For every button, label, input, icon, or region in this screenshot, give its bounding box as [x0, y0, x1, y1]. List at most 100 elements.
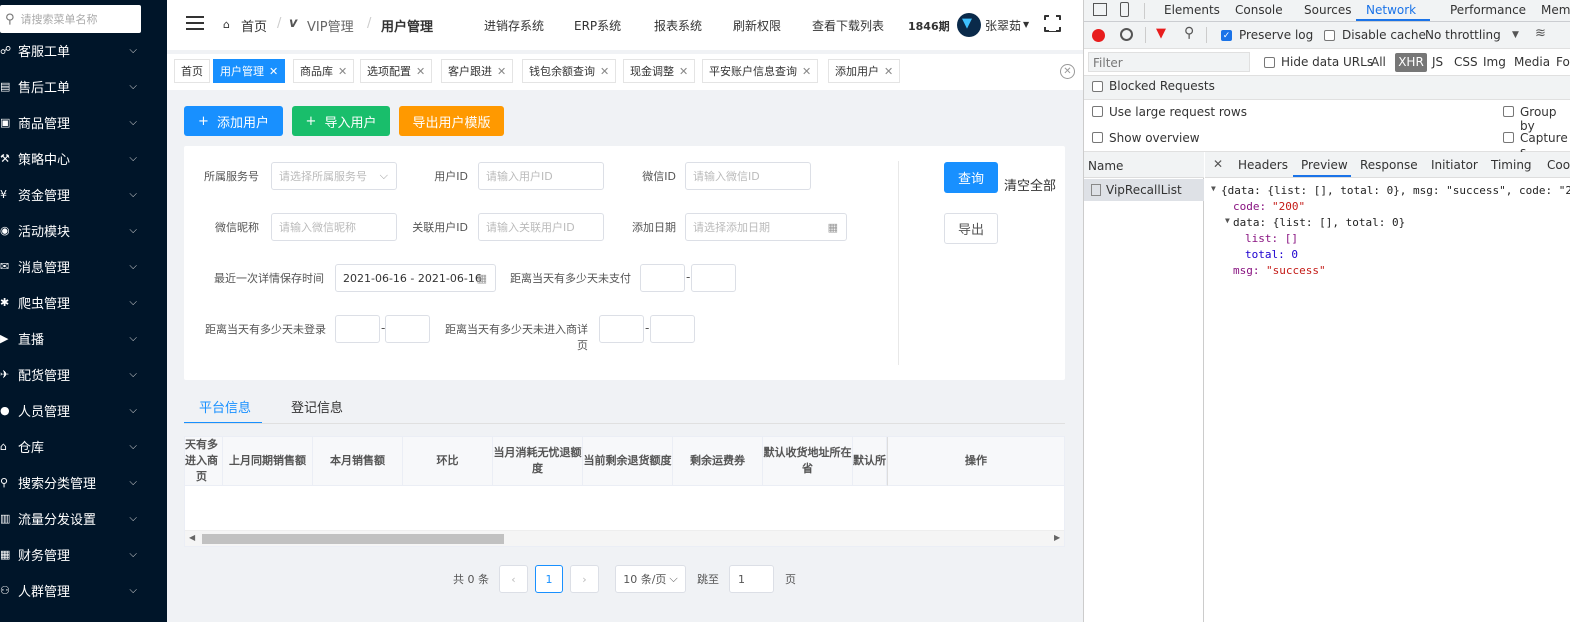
sidebar-item[interactable]: ✈ 配货管理 ⌵: [0, 356, 167, 392]
expand-triangle-icon[interactable]: ▼: [1225, 216, 1230, 225]
days-no-detail-min[interactable]: [599, 315, 644, 343]
add-user-button[interactable]: + 添加用户: [184, 106, 283, 136]
devtools-tab-sources[interactable]: Sources: [1304, 3, 1351, 17]
breadcrumb-home[interactable]: 首页: [241, 16, 267, 35]
nav-erp[interactable]: ERP系统: [574, 17, 621, 34]
close-all-tabs-icon[interactable]: ✕: [1060, 64, 1075, 79]
details-tab-response[interactable]: Response: [1360, 158, 1418, 172]
sidebar-item[interactable]: ▣ 商品管理 ⌵: [0, 104, 167, 140]
horizontal-scrollbar[interactable]: ◀ ▶: [185, 530, 1064, 546]
service-no-select[interactable]: 请选择所属服务号 ⌵: [271, 162, 397, 190]
preserve-log-checkbox[interactable]: ✓: [1221, 30, 1232, 41]
type-font[interactable]: Fo: [1556, 55, 1570, 69]
blocked-requests-checkbox[interactable]: [1092, 81, 1103, 92]
close-icon[interactable]: ✕: [679, 65, 688, 78]
sidebar-item[interactable]: ✉ 消息管理 ⌵: [0, 248, 167, 284]
avatar[interactable]: ▼: [957, 13, 981, 37]
page-1-button[interactable]: 1: [535, 565, 563, 593]
tab-0[interactable]: 首页: [174, 59, 210, 83]
goto-page-input[interactable]: 1: [729, 565, 774, 593]
tab-3[interactable]: 选项配置 ✕: [360, 59, 433, 83]
type-xhr[interactable]: XHR: [1395, 53, 1427, 72]
tab-4[interactable]: 客户跟进 ✕: [441, 59, 514, 83]
devtools-tab-console[interactable]: Console: [1235, 3, 1283, 17]
days-unpaid-max[interactable]: [691, 264, 736, 292]
next-page-button[interactable]: ›: [570, 565, 599, 593]
inspect-element-icon[interactable]: [1093, 3, 1107, 16]
tab-1[interactable]: 用户管理 ✕: [213, 59, 286, 83]
search-icon[interactable]: ⚲: [1184, 25, 1194, 41]
type-css[interactable]: CSS: [1454, 55, 1478, 69]
nav-download-list[interactable]: 查看下载列表: [812, 17, 884, 34]
sidebar-item[interactable]: ⚒ 策略中心 ⌵: [0, 140, 167, 176]
expand-triangle-icon[interactable]: ▼: [1211, 184, 1216, 193]
record-icon[interactable]: [1092, 29, 1105, 42]
large-rows-checkbox[interactable]: [1092, 106, 1103, 117]
type-all[interactable]: All: [1371, 55, 1386, 69]
user-name[interactable]: 张翠茹: [985, 17, 1021, 34]
scrollbar-thumb[interactable]: [202, 534, 504, 544]
details-tab-headers[interactable]: Headers: [1238, 158, 1288, 172]
close-icon[interactable]: ✕: [1213, 157, 1223, 171]
page-size-select[interactable]: 10 条/页 ⌵: [615, 565, 686, 593]
nav-inventory[interactable]: 进销存系统: [484, 17, 544, 34]
scroll-right-icon[interactable]: ▶: [1054, 533, 1060, 542]
devtools-tab-elements[interactable]: Elements: [1164, 3, 1220, 17]
hide-data-urls-checkbox[interactable]: [1264, 57, 1275, 68]
export-template-button[interactable]: 导出用户模版: [399, 106, 504, 136]
close-icon[interactable]: ✕: [600, 65, 609, 78]
details-tab-preview[interactable]: Preview: [1301, 158, 1348, 172]
sidebar-item[interactable]: ▦ 财务管理 ⌵: [0, 536, 167, 572]
import-user-button[interactable]: + 导入用户: [292, 106, 390, 136]
tab-2[interactable]: 商品库 ✕: [293, 59, 355, 83]
tab-platform-info[interactable]: 平台信息: [199, 397, 251, 416]
devtools-tab-memory[interactable]: Memory: [1541, 3, 1570, 17]
close-icon[interactable]: ✕: [269, 65, 278, 78]
sidebar-item[interactable]: ⌂ 仓库 ⌵: [0, 428, 167, 464]
group-by-checkbox[interactable]: [1503, 106, 1514, 117]
devtools-tab-network[interactable]: Network: [1366, 3, 1416, 17]
close-icon[interactable]: ✕: [884, 65, 893, 78]
sidebar-item[interactable]: ☍ 客服工单 ⌵: [0, 32, 167, 68]
close-icon[interactable]: ✕: [416, 65, 425, 78]
breadcrumb-vip[interactable]: VIP管理: [307, 16, 354, 35]
fullscreen-icon[interactable]: [1043, 14, 1062, 32]
details-tab-timing[interactable]: Timing: [1491, 158, 1532, 172]
sidebar-item[interactable]: ▥ 流量分发设置 ⌵: [0, 500, 167, 536]
type-img[interactable]: Img: [1483, 55, 1506, 69]
tab-8[interactable]: 添加用户 ✕: [828, 59, 901, 83]
days-no-login-max[interactable]: [385, 315, 430, 343]
close-icon[interactable]: ✕: [338, 65, 347, 78]
prev-page-button[interactable]: ‹: [499, 565, 528, 593]
sidebar-item[interactable]: ▤ 售后工单 ⌵: [0, 68, 167, 104]
devtools-tab-performance[interactable]: Performance: [1450, 3, 1526, 17]
type-js[interactable]: JS: [1432, 55, 1443, 69]
tab-registration-info[interactable]: 登记信息: [291, 397, 343, 416]
name-column-header[interactable]: Name: [1088, 159, 1123, 173]
nav-refresh-permissions[interactable]: 刷新权限: [733, 17, 781, 34]
disable-cache-checkbox[interactable]: [1324, 30, 1335, 41]
last-save-date-range[interactable]: 2021-06-16 - 2021-06-16 ▦: [335, 264, 496, 292]
device-toolbar-icon[interactable]: [1120, 2, 1129, 17]
user-id-input[interactable]: 请输入用户ID: [478, 162, 604, 190]
network-conditions-icon[interactable]: ≋: [1535, 26, 1546, 41]
export-button[interactable]: 导出: [944, 213, 998, 244]
days-unpaid-min[interactable]: [640, 264, 685, 292]
show-overview-checkbox[interactable]: [1092, 132, 1103, 143]
capture-checkbox[interactable]: [1503, 132, 1514, 143]
caret-down-icon[interactable]: ▼: [1512, 30, 1519, 40]
add-date-picker[interactable]: 请选择添加日期 ▦: [685, 213, 847, 241]
wechat-nick-input[interactable]: 请输入微信昵称: [271, 213, 397, 241]
clear-all-link[interactable]: 清空全部: [1004, 175, 1056, 194]
caret-down-icon[interactable]: ▼: [1023, 20, 1029, 29]
close-icon[interactable]: ✕: [802, 65, 811, 78]
tab-5[interactable]: 钱包余额查询 ✕: [522, 59, 617, 83]
sidebar-item[interactable]: ⚲ 搜索分类管理 ⌵: [0, 464, 167, 500]
throttling-select[interactable]: No throttling: [1425, 28, 1501, 42]
details-tab-cookies[interactable]: Coo: [1547, 158, 1570, 172]
tab-7[interactable]: 平安账户信息查询 ✕: [702, 59, 819, 83]
close-icon[interactable]: ✕: [497, 65, 506, 78]
clear-icon[interactable]: [1120, 28, 1133, 41]
linked-user-id-input[interactable]: 请输入关联用户ID: [478, 213, 604, 241]
type-media[interactable]: Media: [1514, 55, 1550, 69]
